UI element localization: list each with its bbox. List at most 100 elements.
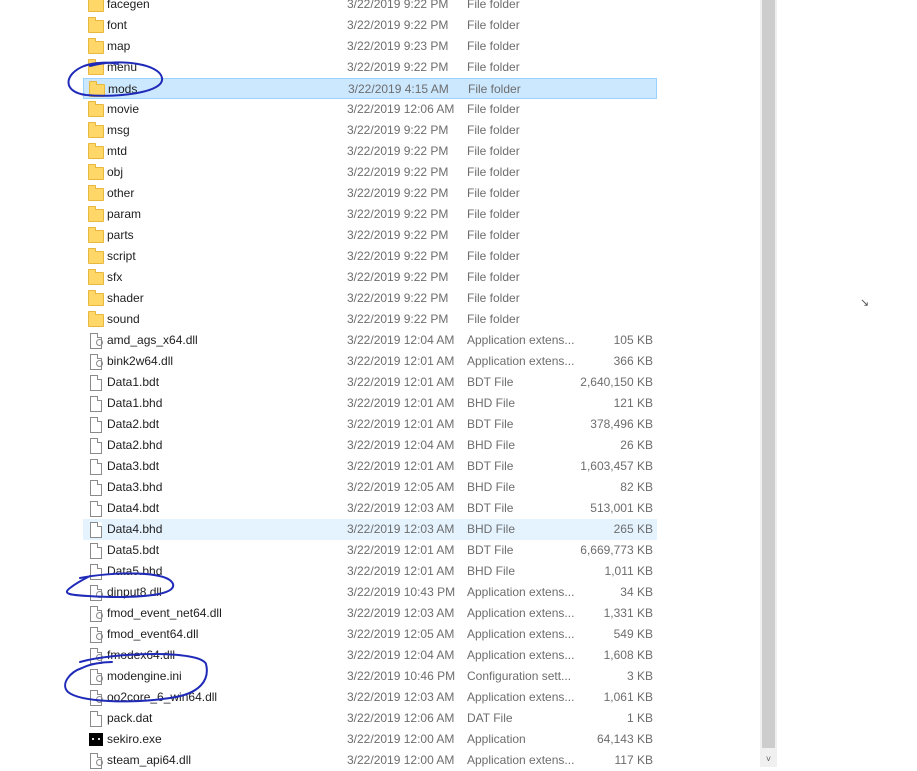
- file-name: mods: [108, 82, 138, 96]
- file-row[interactable]: map 3/22/2019 9:23 PM File folder: [83, 36, 657, 57]
- file-date-modified: 3/22/2019 9:22 PM: [347, 60, 449, 74]
- file-date-modified: 3/22/2019 12:01 AM: [347, 564, 455, 578]
- file-type: BDT File: [467, 501, 514, 515]
- file-name: Data5.bdt: [107, 543, 160, 557]
- file-row[interactable]: amd_ags_x64.dll 3/22/2019 12:04 AM Applica…: [83, 330, 657, 351]
- file-size: 1,608 KB: [603, 648, 653, 662]
- file-size: 2,640,150 KB: [580, 375, 653, 389]
- file-date-modified: 3/22/2019 9:22 PM: [347, 123, 449, 137]
- file-date-modified: 3/22/2019 9:22 PM: [347, 270, 449, 284]
- file-icon: [88, 375, 104, 391]
- file-row[interactable]: Data5.bhd 3/22/2019 12:01 AM BHD File 1,011…: [83, 561, 657, 582]
- file-date-modified: 3/22/2019 12:01 AM: [347, 543, 455, 557]
- file-type: BDT File: [467, 417, 514, 431]
- file-type: Configuration sett...: [467, 669, 572, 683]
- file-row[interactable]: pack.dat 3/22/2019 12:06 AM DAT File 1 KB: [83, 708, 657, 729]
- file-row[interactable]: steam_api64.dll 3/22/2019 12:00 AM Applica…: [83, 750, 657, 771]
- file-name: facegen: [107, 0, 150, 11]
- file-size: 1,331 KB: [603, 606, 653, 620]
- file-date-modified: 3/22/2019 12:00 AM: [347, 753, 455, 767]
- file-row[interactable]: shader 3/22/2019 9:22 PM File folder: [83, 288, 657, 309]
- file-date-modified: 3/22/2019 12:04 AM: [347, 438, 455, 452]
- file-name: obj: [107, 165, 124, 179]
- file-type: File folder: [467, 291, 520, 305]
- file-name: font: [107, 18, 128, 32]
- file-row[interactable]: facegen 3/22/2019 9:22 PM File folder: [83, 0, 657, 15]
- file-date-modified: 3/22/2019 9:22 PM: [347, 312, 449, 326]
- file-row[interactable]: sfx 3/22/2019 9:22 PM File folder: [83, 267, 657, 288]
- file-row[interactable]: Data3.bdt 3/22/2019 12:01 AM BDT File 1,603…: [83, 456, 657, 477]
- file-name: shader: [107, 291, 144, 305]
- file-row[interactable]: Data2.bdt 3/22/2019 12:01 AM BDT File 378,4…: [83, 414, 657, 435]
- file-row[interactable]: fmod_event64.dll 3/22/2019 12:05 AM Applic…: [83, 624, 657, 645]
- file-icon: [88, 480, 104, 496]
- vertical-scrollbar[interactable]: ˅: [760, 0, 777, 767]
- file-date-modified: 3/22/2019 4:15 AM: [348, 82, 449, 96]
- file-size: 366 KB: [613, 354, 653, 368]
- file-size: 3 KB: [626, 669, 653, 683]
- file-row[interactable]: obj 3/22/2019 9:22 PM File folder: [83, 162, 657, 183]
- file-row[interactable]: mtd 3/22/2019 9:22 PM File folder: [83, 141, 657, 162]
- file-type: File folder: [467, 102, 520, 116]
- file-row[interactable]: sekiro.exe 3/22/2019 12:00 AM Application 6…: [83, 729, 657, 750]
- file-size: 549 KB: [613, 627, 653, 641]
- file-name: amd_ags_x64.dll: [107, 333, 198, 347]
- file-row[interactable]: parts 3/22/2019 9:22 PM File folder: [83, 225, 657, 246]
- file-name: parts: [107, 228, 134, 242]
- scroll-down-arrow[interactable]: ˅: [760, 751, 777, 767]
- column-resize-handle[interactable]: ↘: [860, 296, 869, 309]
- file-row[interactable]: fmodex64.dll 3/22/2019 12:04 AM Applicatio…: [83, 645, 657, 666]
- file-size: 378,496 KB: [590, 417, 653, 431]
- file-type: Application extens...: [467, 690, 575, 704]
- file-row[interactable]: Data4.bhd 3/22/2019 12:03 AM BHD File 265 K…: [83, 519, 657, 540]
- file-date-modified: 3/22/2019 9:22 PM: [347, 291, 449, 305]
- file-row[interactable]: Data1.bdt 3/22/2019 12:01 AM BDT File 2,640…: [83, 372, 657, 393]
- file-type: BDT File: [467, 375, 514, 389]
- file-row[interactable]: script 3/22/2019 9:22 PM File folder: [83, 246, 657, 267]
- file-row[interactable]: Data2.bhd 3/22/2019 12:04 AM BHD File 26 KB: [83, 435, 657, 456]
- file-name: Data2.bhd: [107, 438, 163, 452]
- file-row[interactable]: menu 3/22/2019 9:22 PM File folder: [83, 57, 657, 78]
- file-date-modified: 3/22/2019 12:01 AM: [347, 354, 455, 368]
- file-row[interactable]: msg 3/22/2019 9:22 PM File folder: [83, 120, 657, 141]
- file-size: 105 KB: [613, 333, 653, 347]
- file-row[interactable]: mods 3/22/2019 4:15 AM File folder: [83, 78, 657, 99]
- file-name: sound: [107, 312, 140, 326]
- file-row[interactable]: Data4.bdt 3/22/2019 12:03 AM BDT File 513,0…: [83, 498, 657, 519]
- file-row[interactable]: Data1.bhd 3/22/2019 12:01 AM BHD File 121 K…: [83, 393, 657, 414]
- file-row[interactable]: font 3/22/2019 9:22 PM File folder: [83, 15, 657, 36]
- file-type: File folder: [467, 270, 520, 284]
- file-row[interactable]: Data5.bdt 3/22/2019 12:01 AM BDT File 6,669…: [83, 540, 657, 561]
- file-row[interactable]: dinput8.dll 3/22/2019 10:43 PM Application…: [83, 582, 657, 603]
- dll-file-icon: [88, 753, 104, 769]
- file-icon: [88, 459, 104, 475]
- file-name: other: [107, 186, 135, 200]
- file-date-modified: 3/22/2019 9:22 PM: [347, 144, 449, 158]
- file-type: File folder: [467, 312, 520, 326]
- exe-icon: [88, 732, 104, 747]
- file-row[interactable]: sound 3/22/2019 9:22 PM File folder: [83, 309, 657, 330]
- file-date-modified: 3/22/2019 9:23 PM: [347, 39, 449, 53]
- file-size: 513,001 KB: [590, 501, 653, 515]
- folder-icon: [88, 206, 104, 222]
- file-type: File folder: [467, 228, 520, 242]
- file-date-modified: 3/22/2019 12:00 AM: [347, 732, 455, 746]
- file-row[interactable]: oo2core_6_win64.dll 3/22/2019 12:03 AM App…: [83, 687, 657, 708]
- scrollbar-thumb[interactable]: [762, 0, 775, 748]
- file-row[interactable]: bink2w64.dll 3/22/2019 12:01 AM Applicatio…: [83, 351, 657, 372]
- file-row[interactable]: other 3/22/2019 9:22 PM File folder: [83, 183, 657, 204]
- file-icon: [88, 501, 104, 517]
- file-row[interactable]: fmod_event_net64.dll 3/22/2019 12:03 AM Ap…: [83, 603, 657, 624]
- file-type: BDT File: [467, 543, 514, 557]
- file-type: File folder: [467, 0, 520, 11]
- file-date-modified: 3/22/2019 12:01 AM: [347, 459, 455, 473]
- file-row[interactable]: movie 3/22/2019 12:06 AM File folder: [83, 99, 657, 120]
- file-row[interactable]: Data3.bhd 3/22/2019 12:05 AM BHD File 82 KB: [83, 477, 657, 498]
- file-row[interactable]: param 3/22/2019 9:22 PM File folder: [83, 204, 657, 225]
- folder-icon: [88, 143, 104, 159]
- file-type: File folder: [467, 249, 520, 263]
- file-name: menu: [107, 60, 138, 74]
- file-name: Data4.bhd: [107, 522, 163, 536]
- file-type: BHD File: [467, 522, 516, 536]
- file-row[interactable]: modengine.ini 3/22/2019 10:46 PM Configura…: [83, 666, 657, 687]
